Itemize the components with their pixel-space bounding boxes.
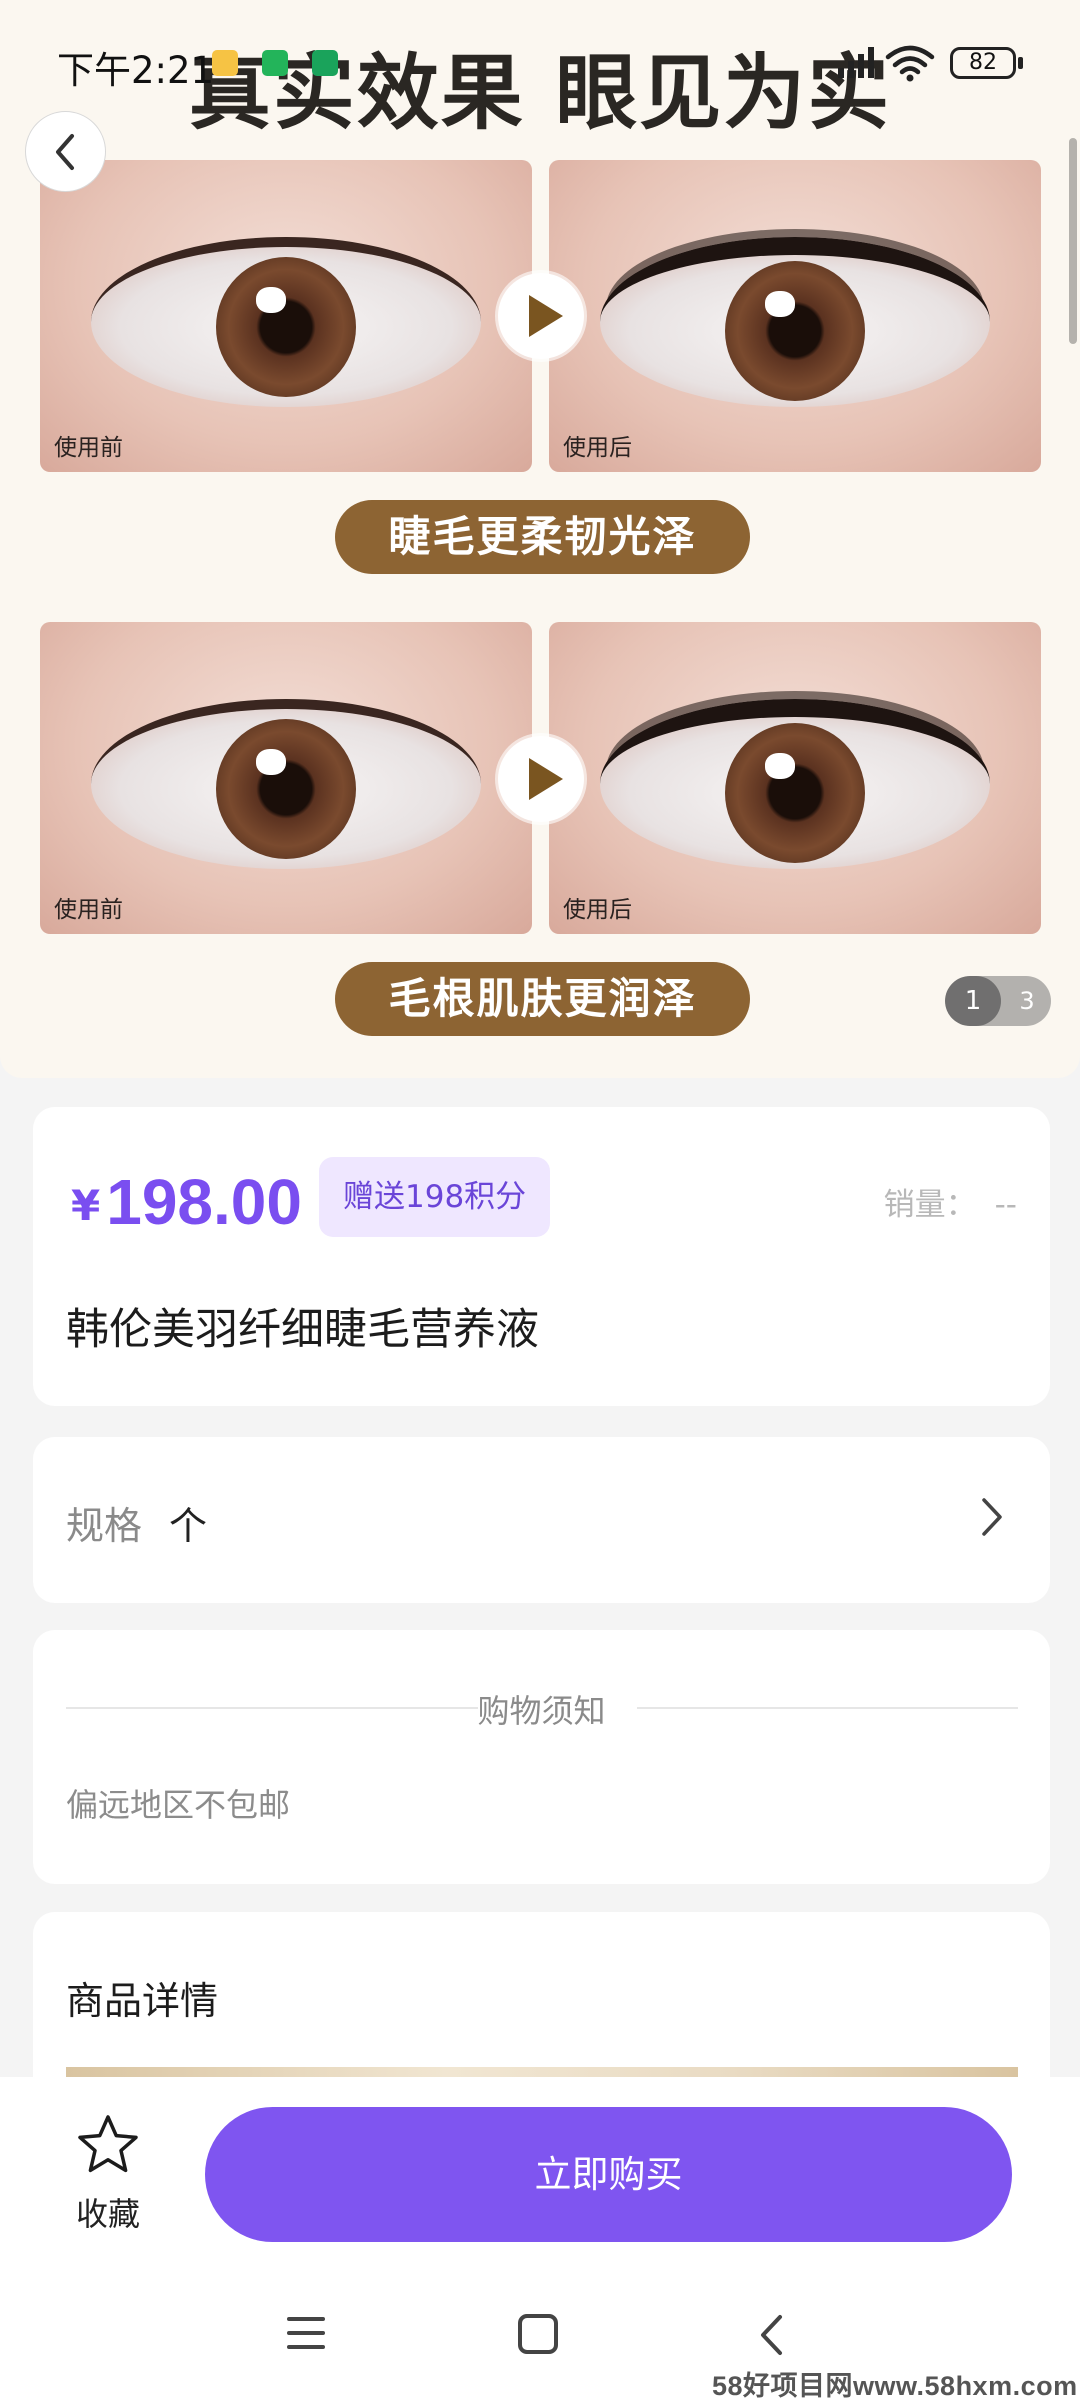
image-pager-indicator: 1 3 [945,976,1051,1026]
notification-icon [212,50,238,76]
eye-image [600,699,990,870]
battery-tip [1018,57,1023,69]
bottom-action-bar: 收藏 立即购买 [0,2077,1080,2277]
download-icon [312,50,338,76]
eye-image [91,699,481,870]
battery-icon: 82 [950,47,1016,79]
after-caption: 使用后 [563,435,632,461]
before-photo-2: 使用前 [40,622,532,934]
spec-label: 规格 [66,1504,143,1548]
signal-icon [838,47,874,78]
favorite-button[interactable]: 收藏 [56,2113,160,2235]
product-name: 韩伦美羽纤细睫毛营养液 [66,1305,539,1355]
back-icon[interactable] [754,2313,788,2357]
home-square-icon[interactable] [517,2313,559,2355]
after-caption: 使用后 [563,897,632,923]
menu-icon[interactable] [284,2313,328,2353]
before-caption: 使用前 [54,897,123,923]
status-time: 下午2:21 [57,49,215,92]
scrollbar[interactable] [1069,138,1077,344]
play-icon [498,273,584,359]
before-photo-1: 使用前 [40,160,532,472]
product-hero-banner[interactable]: 真实效果 眼见为实 使用前 使用后 睫毛更柔韧光泽 使用前 使用后 毛根肌肤更润… [0,0,1080,1078]
star-icon [78,2115,138,2173]
notice-title: 购物须知 [477,1692,606,1730]
hero-pill-2: 毛根肌肤更润泽 [335,962,750,1036]
chevron-right-icon [982,1498,1002,1536]
price-card: ¥198.00 赠送198积分 销量： -- 韩伦美羽纤细睫毛营养液 [33,1107,1050,1406]
buy-now-button[interactable]: 立即购买 [205,2107,1012,2242]
price-value: 198.00 [106,1166,302,1238]
currency-symbol: ¥ [71,1181,101,1230]
status-bar: 下午2:21 82 [0,0,1080,92]
before-caption: 使用前 [54,435,123,461]
hero-pill-1: 睫毛更柔韧光泽 [335,500,750,574]
wifi-icon [885,45,935,82]
favorite-label: 收藏 [75,2195,140,2233]
chevron-left-icon [56,134,74,170]
sales-value: -- [994,1187,1017,1223]
spec-value: 个 [169,1504,208,1548]
product-price: ¥198.00 [71,1165,302,1239]
after-photo-1: 使用后 [549,160,1041,472]
pager-current: 1 [945,976,1001,1026]
shopping-notice-card: 购物须知 偏远地区不包邮 [33,1630,1050,1884]
detail-title: 商品详情 [66,1979,219,2023]
product-detail-screen: 真实效果 眼见为实 使用前 使用后 睫毛更柔韧光泽 使用前 使用后 毛根肌肤更润… [0,0,1080,2400]
divider [637,1707,1018,1709]
eye-image [600,237,990,408]
after-photo-2: 使用后 [549,622,1041,934]
sales-label: 销量： [883,1187,977,1223]
pager-total: 3 [1019,987,1035,1015]
shield-app-icon [262,50,288,76]
back-button[interactable] [25,111,106,192]
sales-count: 销量： -- [884,1179,1017,1224]
eye-image [91,237,481,408]
watermark-text: 58好项目网www.58hxm.com [712,2371,1078,2400]
points-badge: 赠送198积分 [319,1157,551,1237]
play-icon [498,736,584,822]
spec-selector[interactable]: 规格 个 [33,1437,1050,1603]
notice-text: 偏远地区不包邮 [66,1786,291,1824]
